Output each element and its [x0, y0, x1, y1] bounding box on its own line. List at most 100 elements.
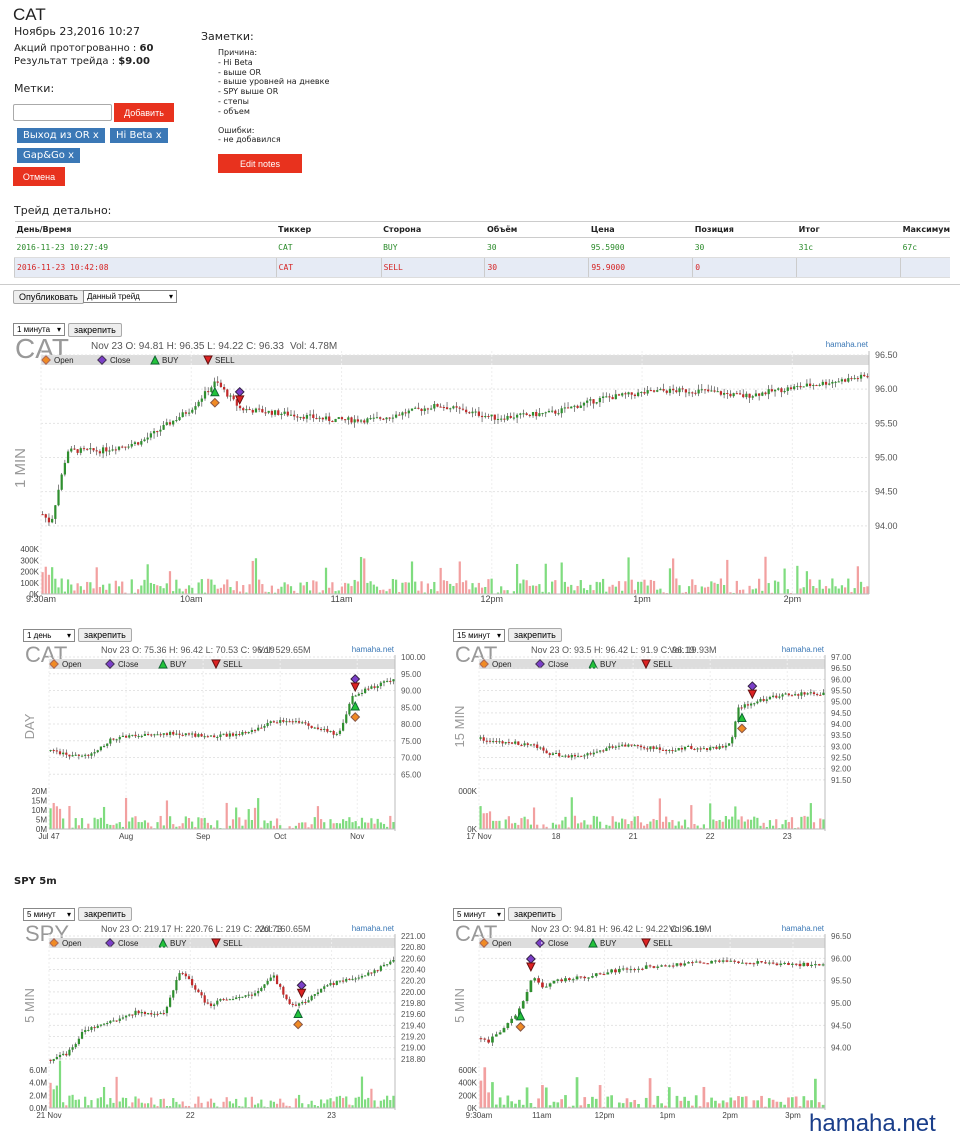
interval-select-c2[interactable]: 1 день — [23, 629, 75, 642]
candle-body — [411, 409, 413, 411]
volume-bar — [147, 564, 149, 594]
y-tick-label: 75.00 — [401, 737, 422, 746]
volume-bar — [373, 1100, 375, 1108]
volume-bar — [339, 823, 341, 829]
candle-body — [226, 390, 228, 397]
candle-body — [323, 729, 325, 730]
chart-spy-5min[interactable]: SPYNov 23 O: 219.17 H: 220.76 L: 219 C: … — [23, 922, 433, 1134]
candle-body — [764, 393, 766, 395]
volume-bar — [758, 579, 760, 594]
volume-bar — [339, 1096, 341, 1108]
tag-input[interactable] — [13, 104, 112, 121]
candle-body — [710, 390, 712, 391]
volume-bar — [260, 1100, 262, 1108]
candle-body — [606, 972, 609, 974]
volume-bar — [75, 1100, 77, 1108]
volume-bar — [226, 579, 228, 594]
candle-body — [65, 753, 67, 755]
candle-body — [571, 755, 573, 757]
volume-bar — [668, 1087, 671, 1108]
chart-day[interactable]: CATNov 23 O: 75.36 H: 96.42 L: 70.53 C: … — [23, 643, 433, 855]
volume-bar — [329, 819, 331, 829]
volume-bar — [73, 590, 75, 594]
x-tick-label: 10am — [180, 594, 203, 604]
add-tag-button[interactable]: Добавить — [114, 103, 174, 122]
volume-bar — [106, 1104, 108, 1108]
volume-bar — [232, 819, 234, 829]
candle-body — [160, 734, 162, 735]
volume-bar — [465, 580, 467, 594]
pin-button-c4[interactable]: закрепить — [78, 907, 132, 921]
volume-bar — [134, 816, 136, 829]
pin-button-c2[interactable]: закрепить — [78, 628, 132, 642]
cell: 67c — [901, 238, 950, 258]
candle-body — [295, 1005, 297, 1006]
candle-body — [380, 683, 382, 686]
chart-cat-5min[interactable]: CATNov 23 O: 94.81 H: 96.42 L: 94.22 C: … — [453, 922, 863, 1134]
volume-bar — [61, 578, 63, 594]
candle-body — [822, 964, 825, 965]
candle-body — [53, 1059, 55, 1061]
volume-bar — [430, 589, 432, 594]
x-tick-label: 23 — [783, 832, 792, 841]
candle-body — [147, 734, 149, 735]
candle-body — [631, 392, 633, 394]
volume-bar — [68, 806, 70, 829]
volume-tick-label: 0.0M — [29, 1104, 47, 1113]
candle-body — [626, 968, 629, 969]
volume-bar — [526, 1087, 529, 1108]
volume-bar — [276, 1104, 278, 1108]
interval-select-c1[interactable]: 1 минута — [13, 323, 65, 336]
candle-body — [433, 404, 435, 408]
candle-body — [703, 963, 706, 964]
volume-bar — [554, 580, 556, 594]
volume-bar — [354, 580, 356, 594]
volume-bar — [267, 823, 269, 829]
interval-select-c4[interactable]: 5 минут — [23, 908, 75, 921]
candle-body — [351, 696, 353, 704]
pin-button-c3[interactable]: закрепить — [508, 628, 562, 642]
chart-1min[interactable]: CATNov 23 O: 94.81 H: 96.35 L: 94.22 C: … — [13, 337, 900, 618]
volume-bar — [252, 561, 254, 594]
tag-hi-beta[interactable]: Hi Beta x — [110, 128, 168, 143]
volume-bar — [369, 581, 371, 594]
interval-select-c5[interactable]: 5 минут — [453, 908, 505, 921]
tag-gap-go[interactable]: Gap&Go x — [17, 148, 80, 163]
candle-body — [115, 449, 117, 450]
candle-body — [553, 981, 556, 984]
publish-select[interactable]: Данный трейд — [83, 290, 177, 303]
publish-button[interactable]: Опубликовать — [13, 290, 84, 304]
chart-legend-bar — [479, 659, 825, 669]
candle-body — [785, 693, 787, 694]
volume-bar — [551, 582, 553, 594]
candle-body — [750, 704, 752, 706]
candle-body — [495, 1034, 498, 1036]
candle-body — [650, 390, 652, 391]
volume-bar — [683, 1097, 686, 1108]
candle-body — [322, 418, 324, 420]
pin-button-c1[interactable]: закрепить — [68, 323, 122, 337]
candle-body — [542, 747, 544, 750]
volume-bar — [480, 1081, 483, 1108]
volume-bar — [814, 1079, 817, 1108]
candle-body — [210, 735, 212, 736]
cancel-button[interactable]: Отмена — [13, 167, 65, 186]
volume-bar — [303, 585, 305, 594]
volume-bar — [809, 579, 811, 594]
candle-body — [175, 980, 177, 990]
interval-select-c3[interactable]: 15 минут — [453, 629, 505, 642]
volume-tick-label: 0K — [29, 590, 39, 599]
edit-notes-button[interactable]: Edit notes — [218, 154, 302, 173]
volume-bar — [417, 591, 419, 594]
volume-bar — [722, 1100, 725, 1108]
candle-body — [87, 1030, 89, 1031]
tag-exit-or[interactable]: Выход из OR x — [17, 128, 105, 143]
candle-body — [210, 1004, 212, 1006]
volume-bar — [634, 590, 636, 594]
volume-bar — [807, 817, 809, 829]
volume-bar — [536, 825, 538, 829]
volume-bar — [665, 817, 667, 829]
chart-15min[interactable]: CATNov 23 O: 93.5 H: 96.42 L: 91.9 C: 96… — [453, 643, 863, 855]
candle-body — [150, 433, 152, 437]
pin-button-c5[interactable]: закрепить — [508, 907, 562, 921]
